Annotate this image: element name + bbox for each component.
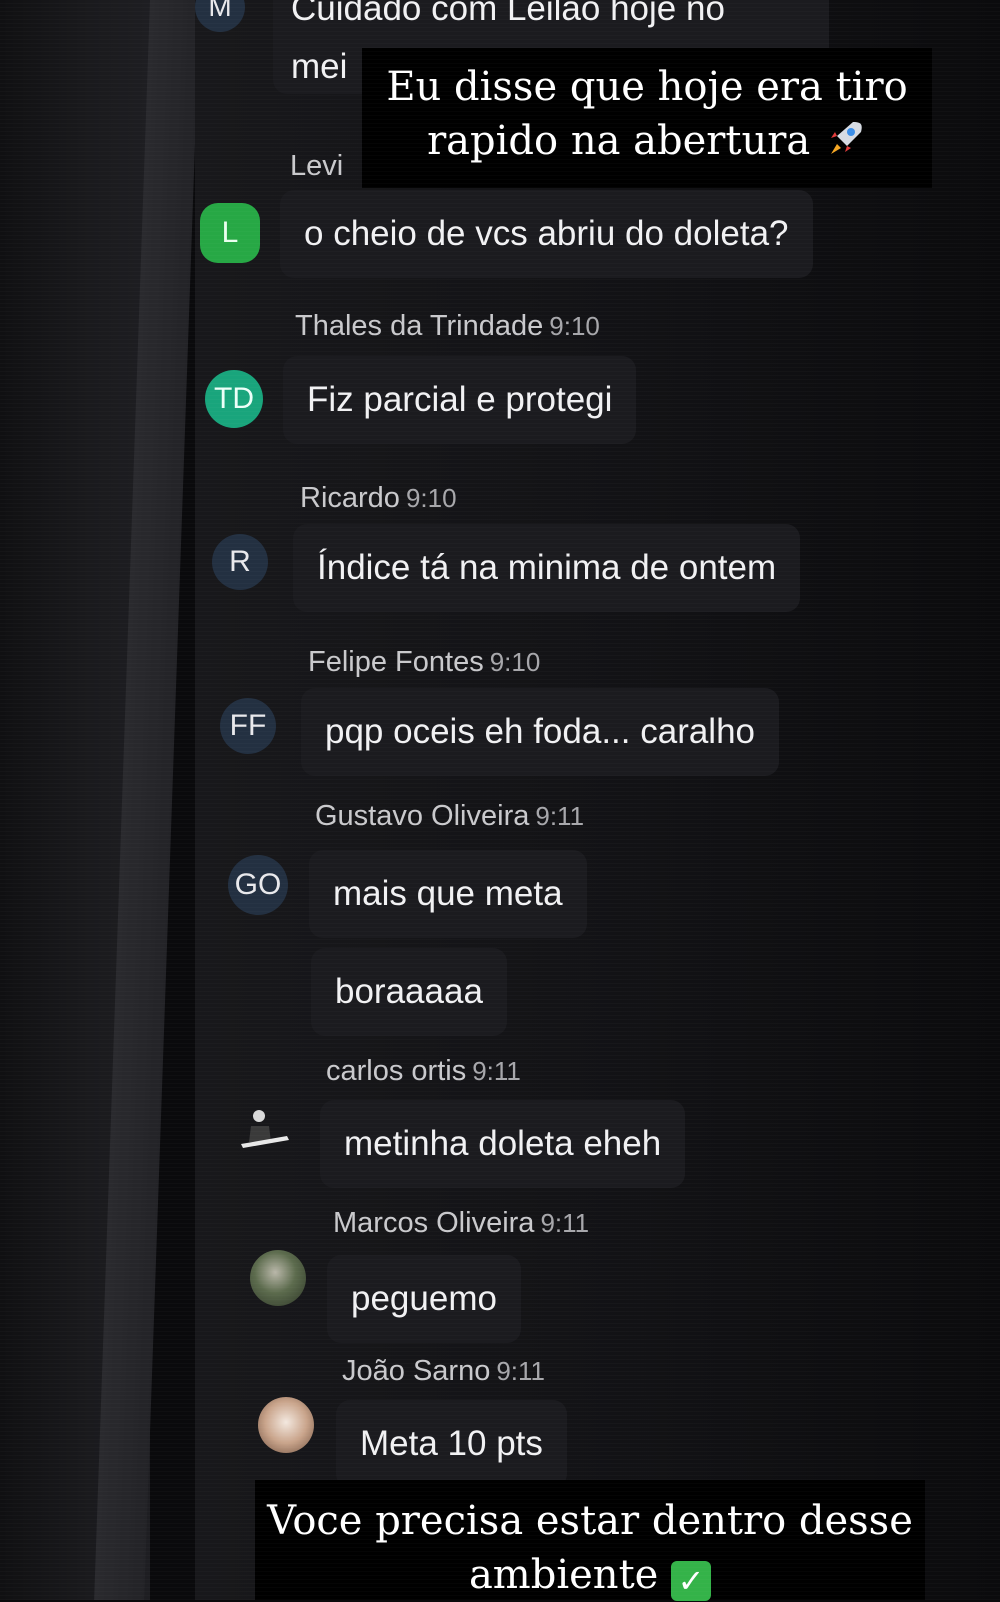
author-name: Thales da Trindade: [295, 310, 544, 342]
caption-line: rapido na abertura: [427, 118, 811, 164]
caption-bottom: Voce precisa estar dentro desse ambiente…: [255, 1480, 925, 1601]
avatar-initial: R: [229, 545, 251, 578]
message-bubble: peguemo: [327, 1255, 521, 1343]
message-text: peguemo: [351, 1279, 497, 1318]
message-bubble: metinha doleta eheh: [320, 1100, 686, 1188]
message-bubble: Fiz parcial e protegi: [283, 356, 637, 444]
author-name: Felipe Fontes: [308, 646, 484, 678]
message-time: 9:11: [540, 1208, 590, 1238]
message-meta: Marcos Oliveira 9:11: [333, 1207, 589, 1240]
message-text: mais que meta: [333, 874, 563, 913]
message-time: 9:11: [496, 1356, 546, 1386]
message-time: 9:10: [489, 647, 541, 677]
message-meta: Thales da Trindade 9:10: [295, 310, 600, 343]
message-time: 9:10: [549, 311, 600, 341]
message-meta: Felipe Fontes 9:10: [308, 646, 540, 679]
avatar-go[interactable]: GO: [228, 855, 288, 915]
message-meta: Levi: [290, 150, 343, 183]
person-silhouette-icon: [241, 1110, 289, 1148]
avatar-photo[interactable]: [258, 1397, 314, 1453]
caption-line: Eu disse que hoje era tiro: [386, 64, 908, 110]
author-name: Ricardo: [300, 482, 400, 514]
message-text: metinha doleta eheh: [344, 1124, 662, 1163]
author-name: Levi: [290, 150, 344, 182]
message-bubble: Meta 10 pts: [336, 1400, 567, 1488]
avatar-initial: FF: [229, 709, 267, 742]
message-meta: João Sarno 9:11: [342, 1355, 545, 1388]
message-time: 9:11: [535, 801, 585, 831]
avatar-initial: TD: [214, 382, 254, 415]
check-mark-icon: ✓: [671, 1561, 712, 1601]
message-text: boraaaaa: [335, 972, 483, 1011]
message-text: Fiz parcial e protegi: [307, 380, 613, 419]
author-name: Gustavo Oliveira: [315, 800, 530, 832]
message-bubble: o cheio de vcs abriu do doleta?: [280, 190, 813, 278]
avatar-ff[interactable]: FF: [220, 698, 276, 754]
message-meta: carlos ortis 9:11: [326, 1055, 521, 1088]
caption-line: ambiente: [468, 1552, 659, 1598]
avatar-initial: GO: [234, 868, 282, 901]
avatar-initial: M: [208, 0, 232, 22]
message-bubble: mais que meta: [309, 850, 587, 938]
avatar-photo[interactable]: [235, 1102, 295, 1162]
avatar-l[interactable]: L: [200, 203, 260, 263]
caption-line: Voce precisa estar dentro desse: [267, 1498, 913, 1544]
author-name: João Sarno: [342, 1355, 491, 1387]
message-text: Meta 10 pts: [360, 1424, 543, 1463]
author-name: Marcos Oliveira: [333, 1207, 535, 1239]
message-bubble: pqp oceis eh foda... caralho: [301, 688, 780, 776]
message-text: Cuidado com Leilão hoje no: [291, 0, 725, 28]
message-meta: Gustavo Oliveira 9:11: [315, 800, 584, 833]
avatar-initial: L: [221, 216, 239, 249]
message-text: o cheio de vcs abriu do doleta?: [304, 214, 789, 253]
message-time: 9:10: [405, 483, 457, 513]
avatar-photo[interactable]: [250, 1250, 306, 1306]
message-text: pqp oceis eh foda... caralho: [325, 712, 756, 751]
message-meta: Ricardo 9:10: [300, 482, 457, 515]
avatar-r[interactable]: R: [212, 534, 268, 590]
avatar-td[interactable]: TD: [205, 370, 263, 428]
message-time: 9:11: [472, 1056, 521, 1086]
author-name: carlos ortis: [326, 1055, 467, 1087]
caption-top: Eu disse que hoje era tiro rapido na abe…: [362, 48, 932, 188]
message-bubble: boraaaaa: [311, 948, 507, 1036]
chat-pane: M Cuidado com Leilão hoje no mei Levi L …: [195, 0, 1000, 1600]
message-bubble: Índice tá na minima de ontem: [293, 524, 801, 612]
message-text-cut: mei: [291, 47, 348, 86]
rocket-icon: [830, 122, 862, 154]
avatar-m[interactable]: M: [195, 0, 245, 32]
message-text: Índice tá na minima de ontem: [317, 548, 777, 587]
